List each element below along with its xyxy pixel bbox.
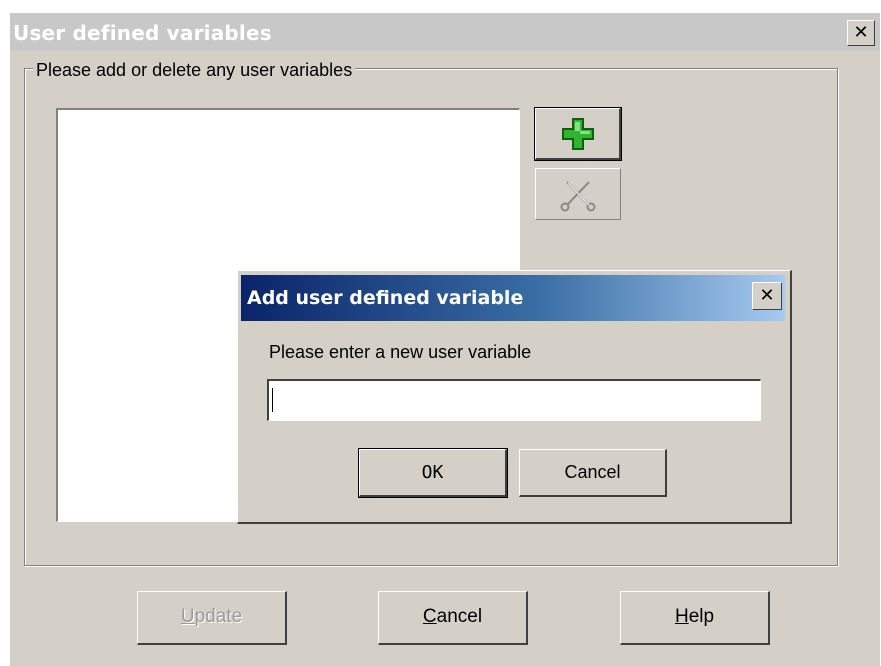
add-dialog-cancel-button[interactable]: Cancel <box>519 449 667 497</box>
help-button[interactable]: Help <box>620 591 770 645</box>
close-button[interactable]: ✕ <box>847 20 875 46</box>
add-variable-button[interactable] <box>534 107 622 161</box>
delete-variable-button[interactable] <box>535 168 621 220</box>
ok-button[interactable]: OK <box>358 448 508 498</box>
dialog-title: User defined variables <box>13 21 272 45</box>
dialog-title-bar[interactable]: User defined variables <box>10 13 880 51</box>
add-dialog-prompt: Please enter a new user variable <box>269 342 532 362</box>
add-dialog-title-bar[interactable]: Add user defined variable <box>241 275 785 321</box>
add-dialog-close-button[interactable]: ✕ <box>752 282 782 310</box>
variable-name-input[interactable] <box>267 379 761 421</box>
text-caret <box>272 388 273 412</box>
green-plus-icon <box>561 117 594 150</box>
add-variable-dialog: Add user defined variable ✕ Please enter… <box>237 270 792 524</box>
close-icon: ✕ <box>759 285 775 306</box>
update-button[interactable]: Update <box>137 591 287 645</box>
group-label: Please add or delete any user variables <box>33 60 356 81</box>
close-icon: ✕ <box>853 22 869 43</box>
scissors-icon <box>560 181 596 212</box>
add-dialog-title: Add user defined variable <box>247 287 524 309</box>
cancel-button[interactable]: Cancel <box>378 591 528 645</box>
